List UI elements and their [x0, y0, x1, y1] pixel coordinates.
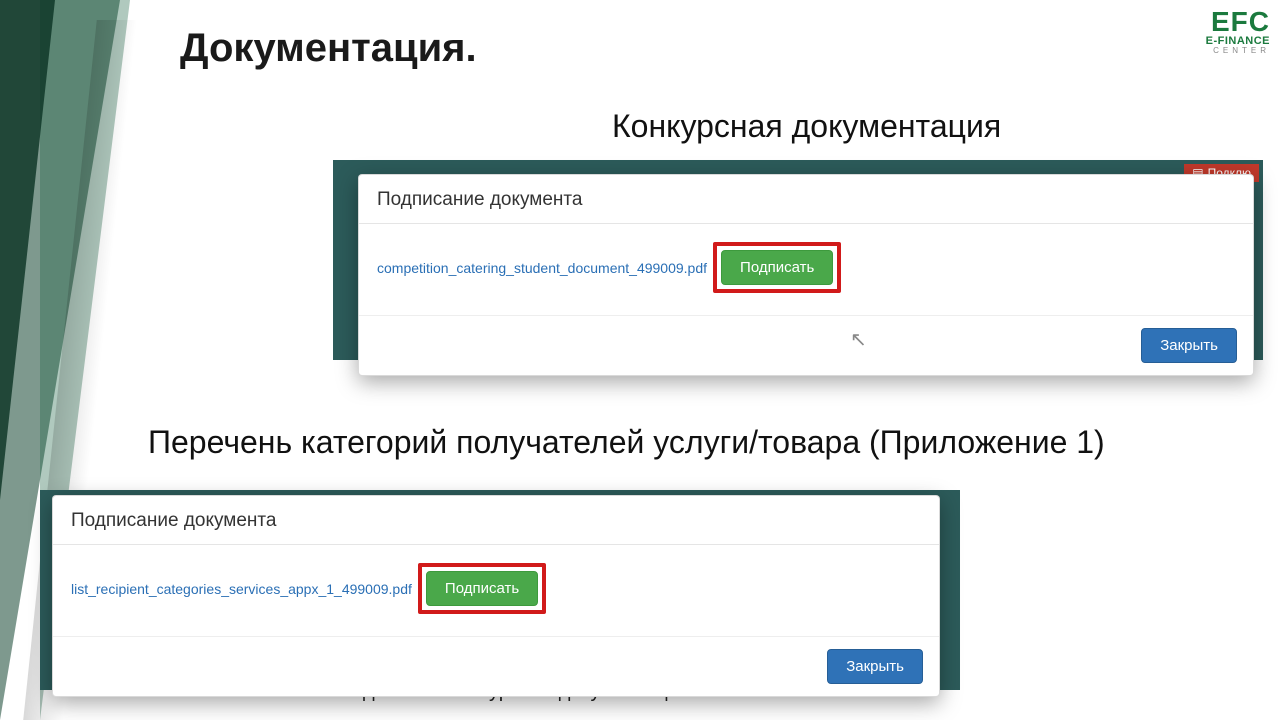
- sign-button-2[interactable]: Подписать: [426, 571, 538, 606]
- close-button-1[interactable]: Закрыть: [1141, 328, 1237, 363]
- cursor-icon: ↖: [850, 329, 867, 351]
- efc-logo: EFC E-FINANCE CENTER: [1206, 8, 1270, 55]
- logo-line1: EFC: [1206, 8, 1270, 36]
- section2-subtitle: Перечень категорий получателей услуги/то…: [148, 424, 1105, 461]
- page-title: Документация.: [180, 26, 477, 71]
- close-button-2[interactable]: Закрыть: [827, 649, 923, 684]
- sign-highlight-1: Подписать: [713, 242, 841, 293]
- modal2-title: Подписание документа: [53, 496, 939, 545]
- modal1-doc-link[interactable]: competition_catering_student_document_49…: [377, 260, 707, 276]
- modal2-doc-link[interactable]: list_recipient_categories_services_appx_…: [71, 581, 412, 597]
- sign-highlight-2: Подписать: [418, 563, 546, 614]
- sign-modal-2: Подписание документа list_recipient_cate…: [52, 495, 940, 697]
- modal1-title: Подписание документа: [359, 175, 1253, 224]
- sign-button-1[interactable]: Подписать: [721, 250, 833, 285]
- bg-accent: [0, 0, 55, 500]
- sign-modal-1: Подписание документа competition_caterin…: [358, 174, 1254, 376]
- section1-subtitle: Конкурсная документация: [612, 108, 1001, 145]
- logo-line3: CENTER: [1206, 47, 1270, 55]
